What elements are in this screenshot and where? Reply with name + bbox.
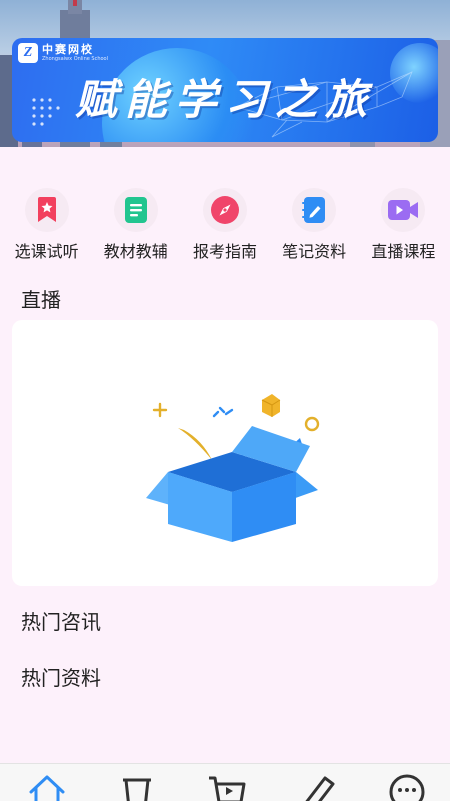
category-course-trial[interactable]: 选课试听 — [3, 188, 91, 262]
logo-subtitle: Zhongsaiwx Online School — [42, 55, 109, 62]
chat-icon — [389, 774, 425, 801]
banner-slogan: 赋能学习之旅 — [74, 75, 375, 124]
live-empty-card — [12, 320, 438, 586]
pencil-icon — [305, 776, 335, 801]
compass-icon — [202, 188, 247, 232]
section-title-news[interactable]: 热门咨讯 — [21, 606, 101, 635]
tab-edit[interactable] — [285, 764, 345, 801]
category-label: 教材教辅 — [103, 242, 168, 261]
document-icon — [113, 188, 158, 232]
bookmark-star-icon — [24, 188, 69, 232]
empty-box-icon — [146, 394, 320, 542]
section-title-materials[interactable]: 热门资料 — [21, 662, 101, 691]
category-live-courses[interactable]: 直播课程 — [359, 188, 447, 262]
cart-icon — [209, 776, 246, 801]
video-camera-icon — [381, 188, 426, 232]
logo-name: 中赛网校 — [42, 42, 94, 56]
category-shortcuts: 选课试听 教材教辅 报考指南 笔记资料 直播课程 — [0, 188, 450, 262]
section-title-live: 直播 — [21, 288, 61, 312]
tab-cart[interactable] — [195, 764, 255, 801]
school-logo: Z 中赛网校 Zhongsaiwx Online School — [18, 43, 108, 63]
logo-mark: Z — [18, 43, 38, 63]
tab-home[interactable] — [15, 764, 75, 801]
notebook-pen-icon — [292, 188, 337, 232]
category-label: 选课试听 — [14, 242, 79, 261]
bottom-tab-bar — [0, 763, 450, 801]
basket-icon — [123, 778, 151, 801]
category-textbooks[interactable]: 教材教辅 — [92, 188, 180, 262]
tab-basket[interactable] — [105, 764, 165, 801]
category-notes[interactable]: 笔记资料 — [270, 188, 358, 262]
home-icon — [29, 775, 65, 801]
slogan-banner-card: Z 中赛网校 Zhongsaiwx Online School 赋能学习之旅 — [12, 38, 438, 142]
tab-messages[interactable] — [375, 764, 435, 801]
category-exam-guide[interactable]: 报考指南 — [181, 188, 269, 262]
category-label: 笔记资料 — [282, 242, 347, 261]
top-banner[interactable]: Z 中赛网校 Zhongsaiwx Online School 赋能学习之旅 — [0, 0, 450, 147]
category-label: 直播课程 — [371, 242, 436, 261]
category-label: 报考指南 — [192, 242, 257, 261]
